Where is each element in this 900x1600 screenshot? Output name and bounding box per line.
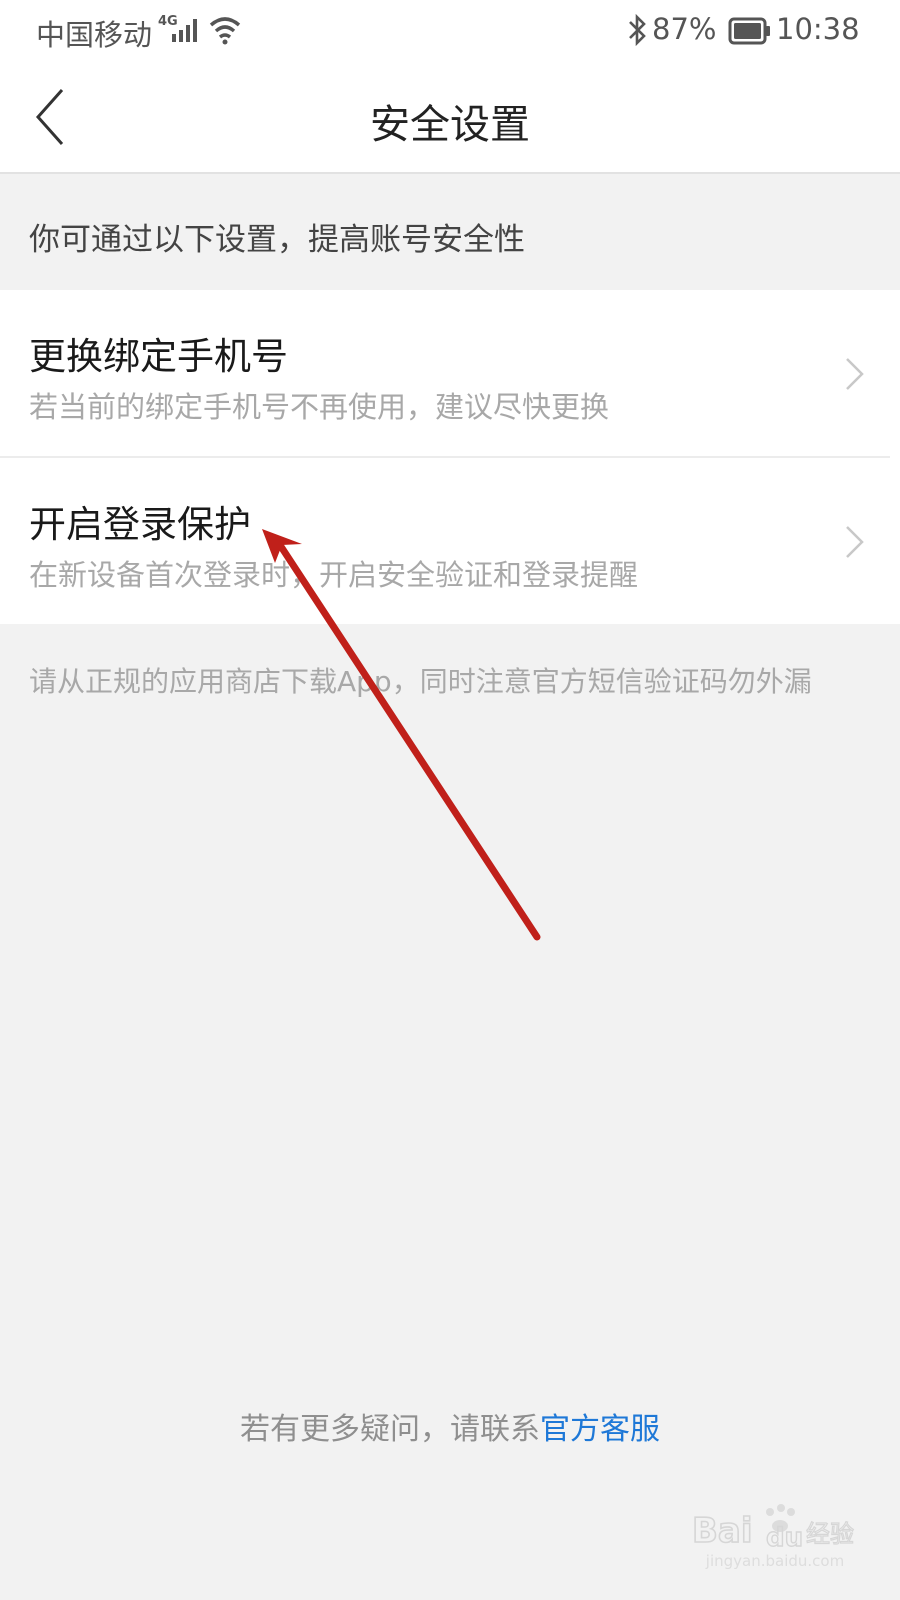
battery-percent: 87% bbox=[652, 12, 717, 46]
download-notice: 请从正规的应用商店下载App，同时注意官方短信验证码勿外漏 bbox=[29, 665, 812, 698]
nav-bar: 安全设置 bbox=[0, 62, 900, 174]
login-protection-item[interactable]: 开启登录保护 在新设备首次登录时，开启安全验证和登录提醒 bbox=[0, 458, 900, 624]
chevron-right-icon bbox=[846, 526, 864, 558]
signal-icon bbox=[172, 19, 197, 42]
chevron-right-icon bbox=[846, 358, 864, 390]
item-subtitle: 若当前的绑定手机号不再使用，建议尽快更换 bbox=[29, 390, 610, 424]
help-prefix: 若有更多疑问，请联系 bbox=[240, 1412, 540, 1447]
carrier-label: 中国移动 bbox=[36, 18, 153, 52]
page-title: 安全设置 bbox=[370, 102, 530, 148]
item-subtitle: 在新设备首次登录时，开启安全验证和登录提醒 bbox=[29, 558, 639, 592]
clock: 10:38 bbox=[776, 12, 860, 46]
bluetooth-icon bbox=[629, 13, 646, 47]
status-bar: 中国移动 4G 87% 10:38 bbox=[0, 0, 900, 62]
baidu-jingyan-logo: Bai du 经验 bbox=[691, 1504, 855, 1554]
battery-icon bbox=[728, 17, 770, 45]
security-hint: 你可通过以下设置，提高账号安全性 bbox=[29, 222, 525, 258]
watermark: Bai du 经验 jingyan.baidu.com bbox=[690, 1500, 860, 1580]
watermark-url: jingyan.baidu.com bbox=[705, 1552, 845, 1570]
wifi-icon bbox=[209, 17, 241, 45]
item-title: 更换绑定手机号 bbox=[29, 335, 288, 378]
settings-list: 更换绑定手机号 若当前的绑定手机号不再使用，建议尽快更换 开启登录保护 在新设备… bbox=[0, 290, 900, 624]
item-title: 开启登录保护 bbox=[29, 503, 251, 546]
svg-text:du: du bbox=[766, 1523, 803, 1553]
svg-text:经验: 经验 bbox=[806, 1520, 854, 1548]
change-phone-item[interactable]: 更换绑定手机号 若当前的绑定手机号不再使用，建议尽快更换 bbox=[0, 290, 900, 458]
svg-text:Bai: Bai bbox=[692, 1511, 753, 1551]
official-support-link[interactable]: 官方客服 bbox=[540, 1412, 660, 1447]
help-text: 若有更多疑问，请联系官方客服 bbox=[0, 1404, 900, 1448]
